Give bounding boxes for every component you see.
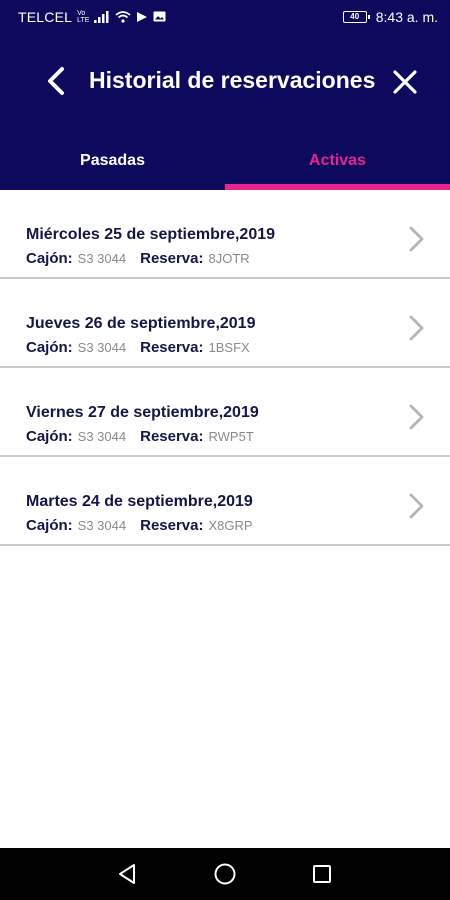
status-bar: TELCEL Vo LTE 40 8:43 a. m. xyxy=(0,0,450,33)
tab-activas-label: Activas xyxy=(309,152,366,169)
reservation-date: Martes 24 de septiembre,2019 xyxy=(26,493,253,510)
nav-back-button[interactable] xyxy=(108,854,148,894)
reserva-value: 8JOTR xyxy=(208,251,250,266)
reserva-label: Reserva: xyxy=(140,428,204,445)
status-time: 8:43 a. m. xyxy=(375,8,438,25)
nav-recents-icon xyxy=(312,865,331,883)
page-title: Historial de reservaciones xyxy=(89,67,376,93)
cajon-label: Cajón: xyxy=(26,517,73,534)
battery-icon: 40 xyxy=(342,10,370,23)
carrier-name: TELCEL xyxy=(18,8,73,25)
reservation-date: Jueves 26 de septiembre,2019 xyxy=(26,315,256,332)
reservation-details: Cajón: S3 3044 Reserva: 8JOTR xyxy=(26,250,250,267)
cajon-value: S3 3044 xyxy=(77,429,127,444)
close-icon xyxy=(393,70,417,94)
reservation-details: Cajón: S3 3044 Reserva: X8GRP xyxy=(26,517,253,534)
reserva-label: Reserva: xyxy=(140,339,204,356)
cajon-label: Cajón: xyxy=(26,428,73,445)
tab-bar: Pasadas Activas xyxy=(0,145,450,190)
cajon-label: Cajón: xyxy=(26,339,73,356)
nav-home-button[interactable] xyxy=(205,854,245,894)
signal-icon xyxy=(94,10,109,23)
reservation-details: Cajón: S3 3044 Reserva: RWP5T xyxy=(26,428,254,445)
tab-pasadas[interactable]: Pasadas xyxy=(0,145,225,190)
volte-bottom: LTE xyxy=(77,16,90,24)
volte-indicator: Vo LTE xyxy=(77,10,89,24)
reserva-value: RWP5T xyxy=(208,429,254,444)
chevron-right-icon xyxy=(409,226,424,252)
nav-home-icon xyxy=(214,863,236,885)
close-button[interactable] xyxy=(388,65,422,99)
reservation-item[interactable]: Martes 24 de septiembre,2019 Cajón: S3 3… xyxy=(0,457,450,546)
reservation-date: Miércoles 25 de septiembre,2019 xyxy=(26,226,276,243)
nav-back-icon xyxy=(119,864,136,884)
system-nav-bar xyxy=(0,848,450,900)
reserva-label: Reserva: xyxy=(140,250,204,267)
image-notification-icon xyxy=(153,11,166,22)
status-right: 40 8:43 a. m. xyxy=(342,8,438,25)
reservation-item[interactable]: Jueves 26 de septiembre,2019 Cajón: S3 3… xyxy=(0,279,450,368)
cajon-label: Cajón: xyxy=(26,250,73,267)
cajon-value: S3 3044 xyxy=(77,518,127,533)
reserva-label: Reserva: xyxy=(140,517,204,534)
wifi-icon xyxy=(115,10,131,23)
back-button[interactable] xyxy=(38,63,74,99)
chevron-right-icon xyxy=(409,315,424,341)
app-header: Historial de reservaciones Pasadas Activ… xyxy=(0,33,450,190)
tab-activas[interactable]: Activas xyxy=(225,145,450,190)
reservations-list: Miércoles 25 de septiembre,2019 Cajón: S… xyxy=(0,190,450,546)
reserva-value: X8GRP xyxy=(208,518,253,533)
chevron-right-icon xyxy=(409,493,424,519)
cajon-value: S3 3044 xyxy=(77,340,127,355)
tab-pasadas-label: Pasadas xyxy=(80,152,145,169)
volte-top: Vo xyxy=(77,9,86,17)
reservation-item[interactable]: Viernes 27 de septiembre,2019 Cajón: S3 … xyxy=(0,368,450,457)
reservation-date: Viernes 27 de septiembre,2019 xyxy=(26,404,259,421)
cajon-value: S3 3044 xyxy=(77,251,127,266)
status-left: TELCEL Vo LTE xyxy=(18,9,166,25)
reservation-item[interactable]: Miércoles 25 de septiembre,2019 Cajón: S… xyxy=(0,190,450,279)
reservation-details: Cajón: S3 3044 Reserva: 1BSFX xyxy=(26,339,250,356)
nav-recents-button[interactable] xyxy=(302,854,342,894)
chevron-right-icon xyxy=(409,404,424,430)
back-arrow-icon xyxy=(48,67,64,95)
play-store-icon xyxy=(137,11,148,22)
reserva-value: 1BSFX xyxy=(208,340,250,355)
